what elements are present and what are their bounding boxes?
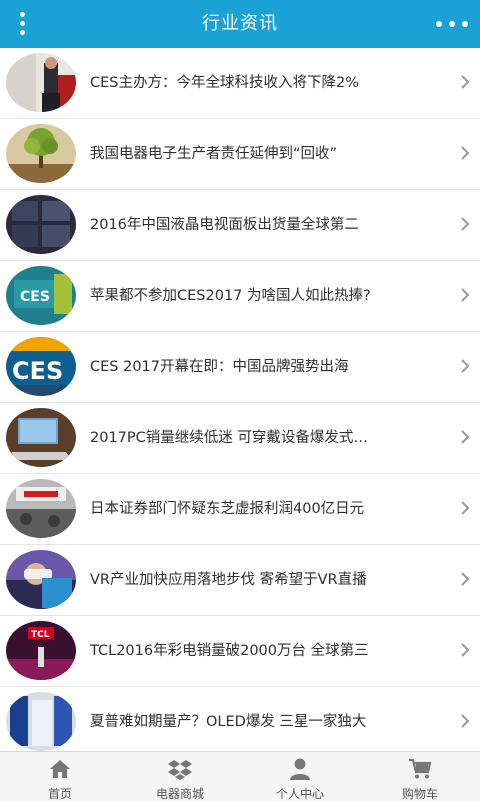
tab-home[interactable]: 首页 bbox=[0, 752, 120, 801]
news-item[interactable]: TCL TCL2016年彩电销量破2000万台 全球第三 bbox=[0, 616, 480, 687]
svg-text:TCL: TCL bbox=[31, 630, 50, 640]
tree-photo bbox=[6, 124, 76, 183]
news-item[interactable]: 2017PC销量继续低迷 可穿戴设备爆发式… bbox=[0, 403, 480, 474]
chevron-right-icon bbox=[461, 501, 470, 515]
dropbox-icon bbox=[168, 760, 192, 780]
news-item[interactable]: CES主办方：今年全球科技收入将下降2% bbox=[0, 48, 480, 119]
news-title: 2016年中国液晶电视面板出货量全球第二 bbox=[90, 217, 359, 233]
page-title: 行业资讯 bbox=[202, 13, 278, 34]
news-item[interactable]: 2016年中国液晶电视面板出货量全球第二 bbox=[0, 190, 480, 261]
tab-mall[interactable]: 电器商城 bbox=[120, 752, 240, 801]
top-bar: 行业资讯 bbox=[0, 0, 480, 48]
chevron-right-icon bbox=[461, 288, 470, 302]
svg-text:CES: CES bbox=[12, 357, 63, 385]
home-icon bbox=[50, 760, 70, 778]
samsung-booth-photo bbox=[6, 692, 76, 751]
toshiba-photo bbox=[6, 479, 76, 538]
news-title: 夏普难如期量产？OLED爆发 三星一家独大 bbox=[90, 714, 367, 730]
news-item[interactable]: CES 苹果都不参加CES2017 为啥国人如此热捧? bbox=[0, 261, 480, 332]
svg-text:CES: CES bbox=[20, 289, 50, 305]
news-title: 日本证券部门怀疑东芝虚报利润400亿日元 bbox=[90, 501, 365, 517]
news-item[interactable]: 我国电器电子生产者责任延伸到“回收” bbox=[0, 119, 480, 190]
vr-headset-photo bbox=[6, 550, 76, 609]
tcl-stage-photo: TCL bbox=[6, 621, 76, 680]
news-item[interactable]: CES CES 2017开幕在即：中国品牌强势出海 bbox=[0, 332, 480, 403]
chevron-right-icon bbox=[461, 643, 470, 657]
bottom-tab-bar: 首页 电器商城 个人中心 购物车 bbox=[0, 751, 480, 801]
tab-cart[interactable]: 购物车 bbox=[360, 752, 480, 801]
news-title: 我国电器电子生产者责任延伸到“回收” bbox=[90, 146, 338, 162]
tab-label: 首页 bbox=[47, 787, 72, 801]
chevron-right-icon bbox=[461, 146, 470, 160]
news-item[interactable]: 夏普难如期量产？OLED爆发 三星一家独大 bbox=[0, 687, 480, 751]
tab-label: 购物车 bbox=[401, 787, 438, 801]
chevron-right-icon bbox=[461, 359, 470, 373]
more-icon[interactable] bbox=[432, 10, 472, 38]
speaker-photo bbox=[6, 53, 76, 112]
news-title: 2017PC销量继续低迷 可穿戴设备爆发式… bbox=[90, 430, 368, 446]
user-icon bbox=[290, 758, 310, 780]
laptop-photo bbox=[6, 408, 76, 467]
chevron-right-icon bbox=[461, 714, 470, 728]
chevron-right-icon bbox=[461, 75, 470, 89]
cart-icon bbox=[409, 758, 432, 779]
news-title: TCL2016年彩电销量破2000万台 全球第三 bbox=[90, 643, 369, 659]
chevron-right-icon bbox=[461, 430, 470, 444]
tab-profile[interactable]: 个人中心 bbox=[240, 752, 360, 801]
news-title: CES主办方：今年全球科技收入将下降2% bbox=[90, 75, 359, 91]
news-title: CES 2017开幕在即：中国品牌强势出海 bbox=[90, 359, 349, 375]
news-title: VR产业加快应用落地步伐 寄希望于VR直播 bbox=[90, 572, 367, 588]
tab-label: 电器商城 bbox=[155, 787, 204, 801]
panel-photo bbox=[6, 195, 76, 254]
ces-logo-photo: CES bbox=[6, 337, 76, 396]
news-item[interactable]: 日本证券部门怀疑东芝虚报利润400亿日元 bbox=[0, 474, 480, 545]
news-item[interactable]: VR产业加快应用落地步伐 寄希望于VR直播 bbox=[0, 545, 480, 616]
chevron-right-icon bbox=[461, 572, 470, 586]
ces-sign-photo: CES bbox=[6, 266, 76, 325]
chevron-right-icon bbox=[461, 217, 470, 231]
news-title: 苹果都不参加CES2017 为啥国人如此热捧? bbox=[90, 288, 371, 304]
tab-label: 个人中心 bbox=[275, 787, 324, 801]
news-list: CES主办方：今年全球科技收入将下降2% 我国电器电子生产者责任延伸到“回收” … bbox=[0, 48, 480, 751]
